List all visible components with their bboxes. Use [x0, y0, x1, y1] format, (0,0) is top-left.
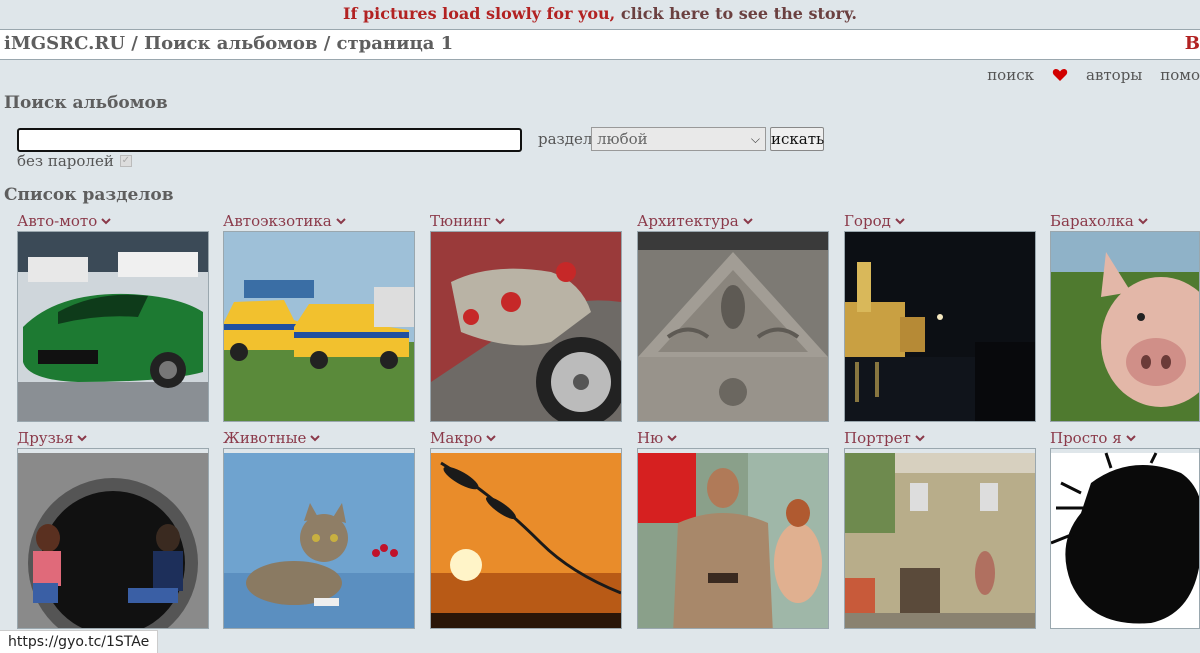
no-passwords-checkbox[interactable]: ✓ [119, 155, 132, 167]
category-card[interactable]: Портрет [844, 428, 1036, 629]
status-url: https://gyo.tc/1STAe [0, 630, 159, 653]
chevron-down-icon [895, 218, 905, 225]
banner-link[interactable]: click here to see the story. [615, 4, 857, 23]
story-banner[interactable]: If pictures load slowly for you, click h… [0, 0, 1200, 29]
category-card[interactable]: Ню [637, 428, 829, 629]
category-card[interactable]: Город [844, 211, 1036, 422]
no-passwords-label: без паролей [17, 152, 114, 170]
category-card[interactable]: Тюнинг [430, 211, 622, 422]
category-label[interactable]: Друзья [17, 429, 73, 447]
category-link[interactable]: Архитектура [637, 211, 829, 231]
category-label[interactable]: Авто-мото [17, 212, 97, 230]
no-passwords-option: без паролей ✓ [17, 152, 132, 170]
chevron-down-icon [336, 218, 346, 225]
category-card[interactable]: Архитектура [637, 211, 829, 422]
friends-photo[interactable] [17, 448, 209, 629]
search-input[interactable] [17, 128, 522, 152]
old-building-photo[interactable] [844, 448, 1036, 629]
category-card[interactable]: Друзья [17, 428, 209, 629]
category-card[interactable]: Макро [430, 428, 622, 629]
category-card[interactable]: Автоэкзотика [223, 211, 415, 422]
category-link[interactable]: Просто я [1050, 428, 1200, 448]
category-link[interactable]: Тюнинг [430, 211, 622, 231]
chevron-down-icon [1125, 435, 1136, 442]
retro-cars-photo[interactable] [223, 231, 415, 422]
chevron-down-icon [486, 435, 497, 442]
category-card[interactable]: Просто я [1050, 428, 1200, 629]
header-bar: iMGSRC.RU / Поиск альбомов / страница 1 … [0, 29, 1200, 60]
category-label[interactable]: Ню [637, 429, 663, 447]
cat-photo[interactable] [223, 448, 415, 629]
page-title: iMGSRC.RU / Поиск альбомов / страница 1 [4, 33, 454, 54]
category-label[interactable]: Макро [430, 429, 482, 447]
category-link[interactable]: Барахолка [1050, 211, 1200, 231]
section-select-value: любой [597, 130, 648, 148]
category-card[interactable]: Авто-мото [17, 211, 209, 422]
nav-help-link[interactable]: помо [1160, 66, 1200, 84]
chevron-down-icon [310, 435, 321, 442]
heart-icon[interactable] [1052, 67, 1068, 83]
category-link[interactable]: Друзья [17, 428, 209, 448]
chevron-down-icon [495, 218, 505, 225]
silhouette-photo[interactable] [1050, 448, 1200, 629]
category-label[interactable]: Город [844, 212, 891, 230]
category-card[interactable]: Барахолка [1050, 211, 1200, 422]
search-section-title: Поиск альбомов [4, 93, 168, 113]
category-link[interactable]: Животные [223, 428, 415, 448]
category-link[interactable]: Авто-мото [17, 211, 209, 231]
category-link[interactable]: Макро [430, 428, 622, 448]
chevron-down-icon: ⌵ [750, 132, 760, 146]
banner-highlight[interactable]: If pictures load slowly for you, [343, 4, 615, 23]
architecture-photo[interactable] [637, 231, 829, 422]
category-label[interactable]: Просто я [1050, 429, 1122, 447]
chevron-down-icon [742, 218, 753, 225]
poster-photo[interactable] [637, 448, 829, 629]
search-button[interactable]: искать [770, 127, 824, 151]
category-link[interactable]: Ню [637, 428, 829, 448]
nav-search-link[interactable]: поиск [987, 66, 1034, 84]
category-link[interactable]: Портрет [844, 428, 1036, 448]
section-label: раздел [538, 130, 593, 148]
category-label[interactable]: Барахолка [1050, 212, 1134, 230]
category-card[interactable]: Животные [223, 428, 415, 629]
pig-photo[interactable] [1050, 231, 1200, 422]
nav-authors-link[interactable]: авторы [1086, 66, 1142, 84]
header-right-link[interactable]: B [1185, 30, 1200, 58]
chevron-down-icon [915, 435, 925, 442]
category-label[interactable]: Животные [223, 429, 306, 447]
category-label[interactable]: Архитектура [637, 212, 739, 230]
section-select[interactable]: любой ⌵ [591, 127, 766, 151]
chevron-down-icon [1138, 218, 1148, 225]
top-nav: поиск авторы помо [969, 66, 1200, 84]
categories-title: Список разделов [4, 185, 174, 205]
car-photo[interactable] [17, 231, 209, 422]
category-link[interactable]: Город [844, 211, 1036, 231]
chevron-down-icon [77, 435, 88, 442]
chevron-down-icon [667, 435, 677, 442]
chevron-down-icon [101, 218, 111, 225]
category-link[interactable]: Автоэкзотика [223, 211, 415, 231]
sunset-grass-photo[interactable] [430, 448, 622, 629]
tuning-photo[interactable] [430, 231, 622, 422]
category-label[interactable]: Автоэкзотика [223, 212, 332, 230]
category-label[interactable]: Тюнинг [430, 212, 491, 230]
night-city-photo[interactable] [844, 231, 1036, 422]
category-label[interactable]: Портрет [844, 429, 911, 447]
